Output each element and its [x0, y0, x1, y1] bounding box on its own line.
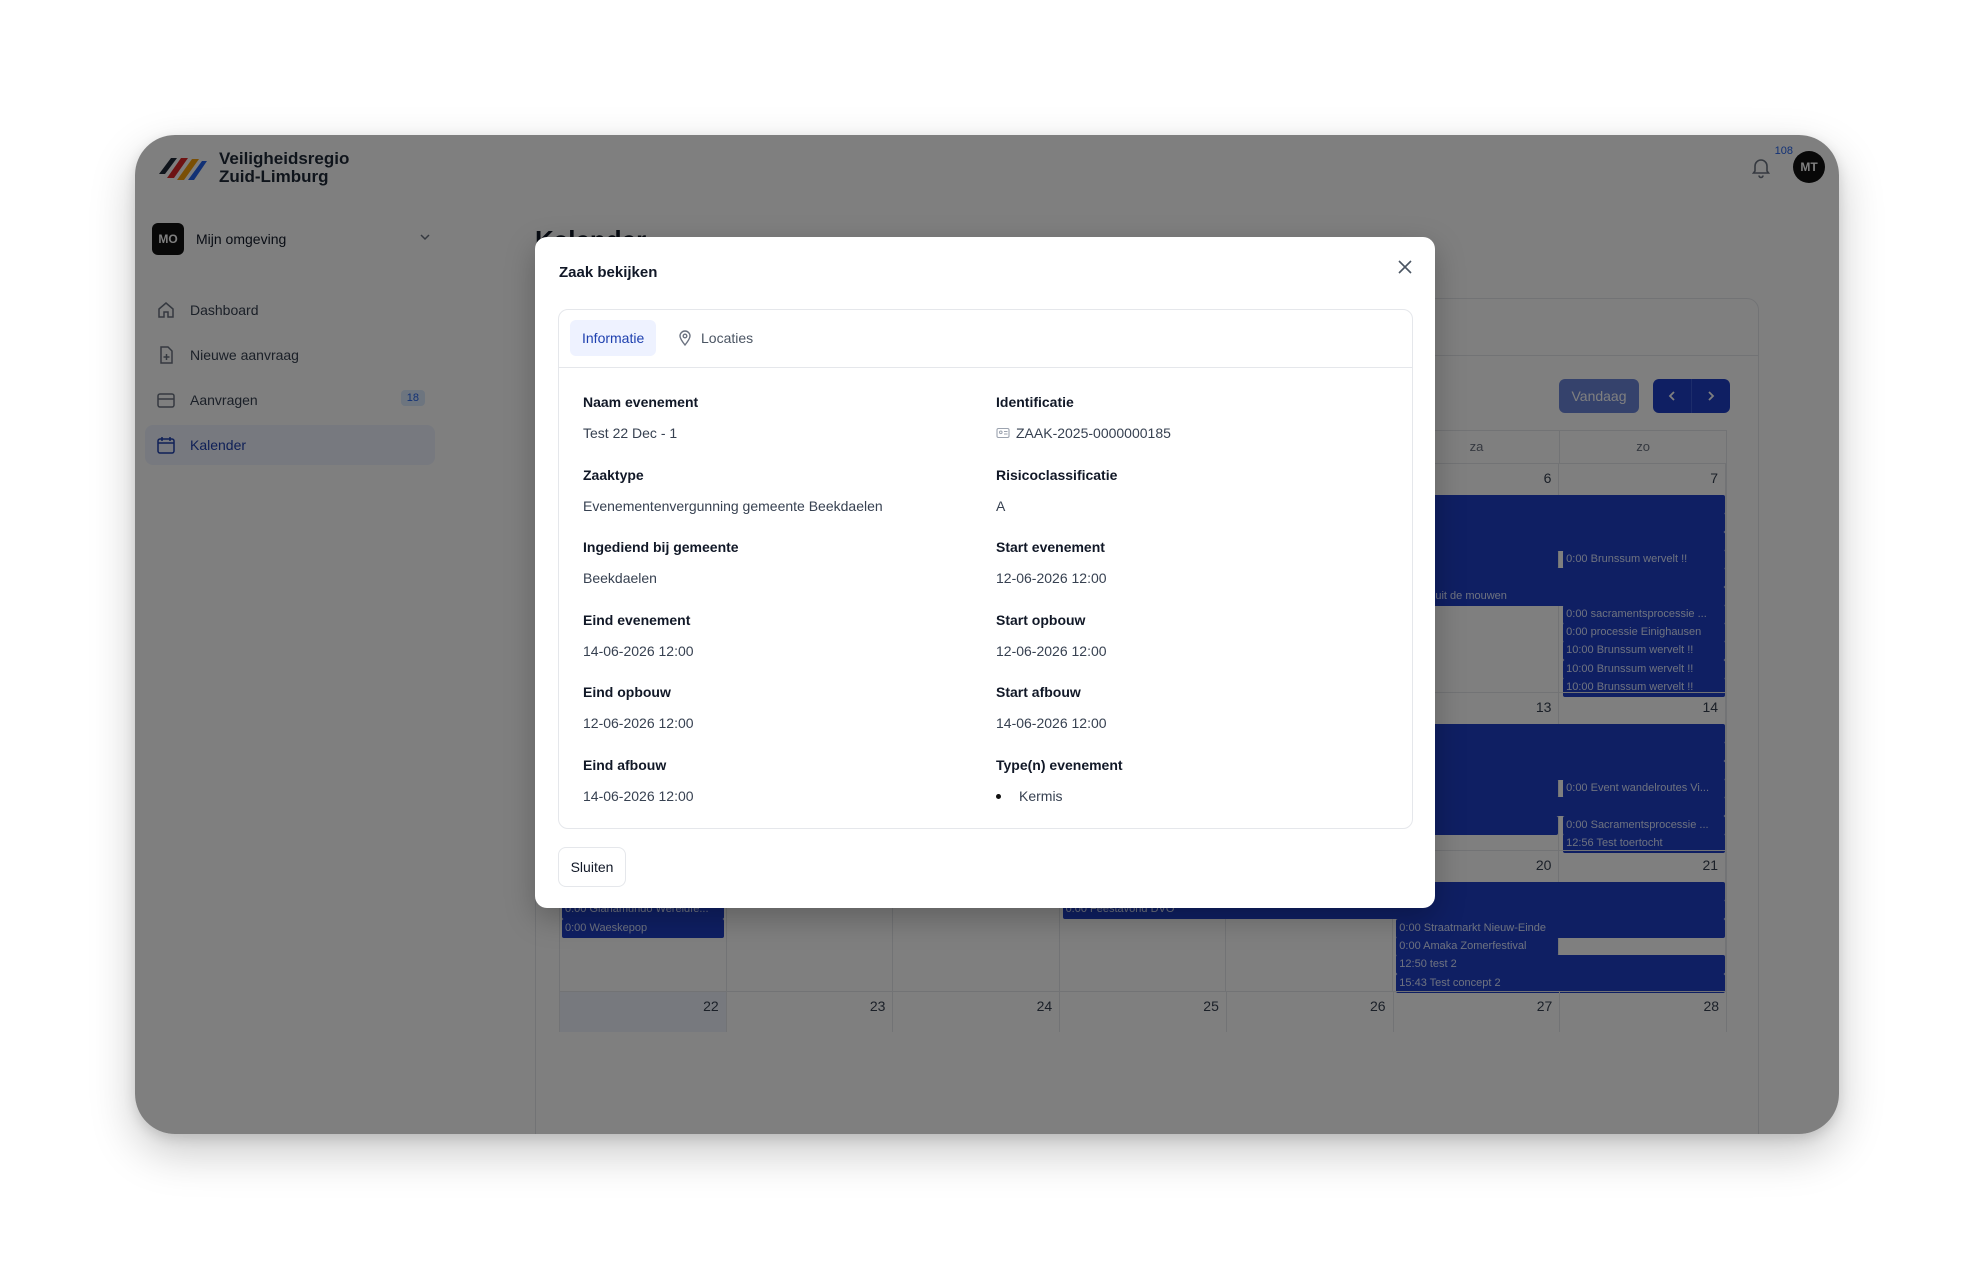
field-value-row: Test 22 Dec - 1	[583, 425, 963, 441]
field-value: ZAAK-2025-0000000185	[1016, 425, 1171, 441]
field-value-row: 12-06-2026 12:00	[996, 570, 1376, 586]
field-value-row: 14-06-2026 12:00	[996, 715, 1376, 731]
field-value: Kermis	[1019, 788, 1063, 804]
field-label: Eind afbouw	[583, 757, 667, 773]
field-value: 14-06-2026 12:00	[583, 788, 694, 804]
field-label: Eind evenement	[583, 611, 691, 628]
field-value-row: 14-06-2026 12:00	[583, 788, 963, 804]
field-value-row: 12-06-2026 12:00	[996, 643, 1376, 659]
case-field: Type(n) evenement Kermis	[996, 757, 1376, 804]
field-value-row: ZAAK-2025-0000000185	[996, 425, 1376, 441]
field-label: Identificatie	[996, 394, 1074, 410]
case-field: Naam evenement Test 22 Dec - 1	[583, 394, 963, 441]
field-label: Risicoclassificatie	[996, 466, 1118, 483]
dialog-tabs: Informatie Locaties	[559, 310, 1412, 368]
field-value: 14-06-2026 12:00	[996, 715, 1107, 732]
case-field: Risicoclassificatie A	[996, 467, 1376, 514]
case-field: Zaaktype Evenementenvergunning gemeente B…	[583, 467, 963, 514]
app-window: Veiligheidsregio Zuid-Limburg 108 MT MO …	[135, 135, 1839, 1134]
case-field: Start afbouw 14-06-2026 12:00	[996, 684, 1376, 731]
field-value-row: 12-06-2026 12:00	[583, 715, 963, 731]
field-value-row: 14-06-2026 12:00	[583, 643, 963, 659]
field-label: Eind opbouw	[583, 684, 671, 701]
dialog-title: Zaak bekijken	[559, 264, 658, 281]
field-label: Ingediend bij gemeente	[583, 539, 739, 556]
field-label: Type(n) evenement	[996, 757, 1123, 773]
field-label: Zaaktype	[583, 466, 644, 483]
close-icon	[1398, 260, 1412, 274]
case-field: Eind evenement 14-06-2026 12:00	[583, 612, 963, 659]
field-value: A	[996, 497, 1006, 514]
close-button[interactable]: Sluiten	[558, 847, 626, 887]
tab-locaties[interactable]: Locaties	[677, 320, 753, 356]
field-value: Beekdaelen	[583, 570, 657, 587]
field-label: Naam evenement	[583, 394, 699, 410]
field-value-row: Beekdaelen	[583, 570, 963, 586]
tab-locaties-label: Locaties	[701, 330, 754, 346]
case-field: Start evenement 12-06-2026 12:00	[996, 539, 1376, 586]
field-label: Start evenement	[996, 539, 1105, 556]
field-value: Test 22 Dec - 1	[583, 425, 678, 441]
field-value: 12-06-2026 12:00	[996, 570, 1107, 587]
field-value-row: A	[996, 498, 1376, 514]
field-value-row: Evenementenvergunning gemeente Beekdaele…	[583, 498, 963, 514]
case-field: Eind opbouw 12-06-2026 12:00	[583, 684, 963, 731]
field-label: Start opbouw	[996, 611, 1086, 628]
close-dialog-button[interactable]	[1393, 255, 1417, 279]
dialog-panel: Informatie Locaties Naam evenement Test 2…	[558, 309, 1413, 829]
map-pin-icon	[679, 330, 691, 346]
id-card-icon	[996, 427, 1010, 439]
list-bullet	[996, 793, 1001, 799]
field-value-row: Kermis	[996, 788, 1376, 804]
tab-informatie[interactable]: Informatie	[570, 320, 657, 356]
case-field: Eind afbouw 14-06-2026 12:00	[583, 757, 963, 804]
field-value: Evenementenvergunning gemeente Beekdaele…	[583, 497, 883, 514]
field-value: 14-06-2026 12:00	[583, 642, 694, 659]
field-label: Start afbouw	[996, 684, 1081, 701]
case-field: Start opbouw 12-06-2026 12:00	[996, 612, 1376, 659]
field-value: 12-06-2026 12:00	[583, 715, 694, 732]
field-value: 12-06-2026 12:00	[996, 642, 1107, 659]
case-details-dialog: Zaak bekijken Informatie Locaties Naam e…	[535, 237, 1435, 908]
case-field: Identificatie ZAAK-2025-0000000185	[996, 394, 1376, 441]
case-field: Ingediend bij gemeente Beekdaelen	[583, 539, 963, 586]
